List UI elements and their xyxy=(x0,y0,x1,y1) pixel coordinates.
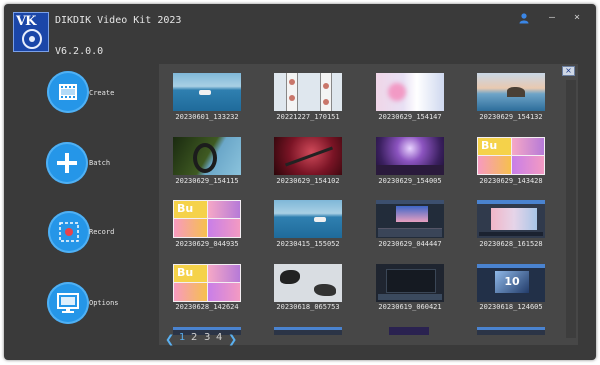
thumbnail[interactable] xyxy=(376,264,444,302)
create-button[interactable] xyxy=(47,71,89,113)
gallery-scrollbar[interactable] xyxy=(566,80,576,338)
batch-button[interactable] xyxy=(46,142,88,184)
page-3-link[interactable]: 3 xyxy=(204,332,210,343)
create-label[interactable]: Create xyxy=(89,89,114,97)
logo-text: VK xyxy=(16,14,36,29)
thumbnail-caption: 20230618_124605 xyxy=(479,303,543,311)
thumbnail[interactable] xyxy=(376,200,444,238)
app-version: V6.2.0.0 xyxy=(55,46,104,57)
prev-page-button[interactable]: ❮ xyxy=(165,333,174,346)
batch-label[interactable]: Batch xyxy=(89,159,110,167)
close-button[interactable]: × xyxy=(574,12,580,23)
record-button[interactable] xyxy=(48,211,90,253)
page-1-link[interactable]: 1 xyxy=(179,332,185,343)
thumbnail-caption: 20230629_044447 xyxy=(378,240,442,248)
thumbnail-caption: 20230629_044935 xyxy=(175,240,239,248)
thumbnail[interactable] xyxy=(274,73,342,111)
app-title: DIKDIK Video Kit 2023 xyxy=(55,15,182,26)
thumbnail[interactable] xyxy=(389,327,429,335)
thumbnail-caption: 20230628_142624 xyxy=(175,303,239,311)
thumbnail[interactable] xyxy=(274,200,342,238)
thumbnail[interactable] xyxy=(376,73,444,111)
record-icon xyxy=(59,222,79,242)
thumbnail[interactable] xyxy=(173,137,241,175)
monitor-icon xyxy=(57,293,79,313)
thumbnail-caption: 20221227_170151 xyxy=(276,113,340,121)
film-icon xyxy=(59,84,77,100)
thumbnail-caption: 20230629_154102 xyxy=(276,177,340,185)
options-label[interactable]: Options xyxy=(89,299,119,307)
thumbnail[interactable] xyxy=(274,264,342,302)
plus-icon xyxy=(57,153,77,173)
film-reel-icon xyxy=(22,29,42,49)
thumbnail-caption: 20230415_155052 xyxy=(276,240,340,248)
thumbnail[interactable]: 10 xyxy=(477,264,545,302)
app-logo: VK xyxy=(13,12,49,52)
thumbnail[interactable] xyxy=(173,264,241,302)
thumbnail-caption: 20230619_060421 xyxy=(378,303,442,311)
thumbnail-caption: 20230629_154147 xyxy=(378,113,442,121)
panel-close-button[interactable]: × xyxy=(562,66,575,76)
thumbnail-caption: 20230601_133232 xyxy=(175,113,239,121)
thumbnail-caption: 20230629_154005 xyxy=(378,177,442,185)
thumbnail[interactable] xyxy=(477,137,545,175)
thumbnail[interactable] xyxy=(274,327,342,335)
user-icon[interactable] xyxy=(519,13,529,24)
thumbnail[interactable] xyxy=(477,200,545,238)
page-4-link[interactable]: 4 xyxy=(216,332,222,343)
options-button[interactable] xyxy=(47,282,89,324)
thumbnail-caption: 20230629_154115 xyxy=(175,177,239,185)
next-page-button[interactable]: ❯ xyxy=(228,333,237,346)
thumbnail[interactable] xyxy=(477,327,545,335)
thumbnail-caption: 20230628_161528 xyxy=(479,240,543,248)
record-label[interactable]: Record xyxy=(89,228,114,236)
page-2-link[interactable]: 2 xyxy=(191,332,197,343)
thumbnail-caption: 20230629_143428 xyxy=(479,177,543,185)
thumbnail[interactable] xyxy=(274,137,342,175)
thumbnail[interactable] xyxy=(173,200,241,238)
thumbnail-caption: 20230629_154132 xyxy=(479,113,543,121)
thumbnail[interactable] xyxy=(173,73,241,111)
thumbnail[interactable] xyxy=(477,73,545,111)
thumbnail-overlay-number: 10 xyxy=(495,271,529,293)
thumbnail[interactable] xyxy=(376,137,444,175)
thumbnail-caption: 20230618_065753 xyxy=(276,303,340,311)
minimize-button[interactable]: – xyxy=(549,12,555,23)
